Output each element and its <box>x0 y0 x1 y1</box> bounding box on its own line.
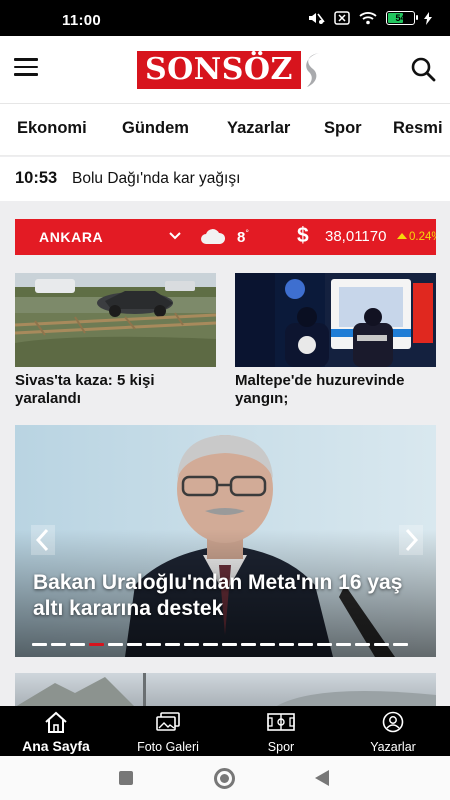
charging-icon <box>424 11 432 25</box>
bottom-nav: Ana Sayfa Foto Galeri Spor Yazarlar <box>0 706 450 756</box>
slider-caption[interactable]: Bakan Uraloğlu'ndan Meta'nın 16 yaş altı… <box>33 570 428 622</box>
news-card[interactable]: Maltepe'de huzurevinde yangın; <box>235 273 436 408</box>
category-spor[interactable]: Spor <box>324 119 362 138</box>
battery-icon: 54 <box>386 11 418 25</box>
nav-authors[interactable]: Yazarlar <box>337 710 449 754</box>
battery-level: 54 <box>395 13 406 23</box>
nav-sports-label: Spor <box>267 740 295 754</box>
slider-dot[interactable] <box>70 643 85 646</box>
dollar-icon: $ <box>297 224 309 247</box>
status-bar: 11:00 54 <box>0 0 450 36</box>
nav-photo-gallery-label: Foto Galeri <box>137 740 199 754</box>
close-box-icon <box>334 11 350 25</box>
arrow-up-icon <box>397 233 407 239</box>
nav-authors-label: Yazarlar <box>370 740 416 754</box>
ticker-time: 10:53 <box>15 169 58 187</box>
home-button[interactable] <box>214 768 235 789</box>
slider-dot[interactable] <box>355 643 370 646</box>
slider-dot[interactable] <box>222 643 237 646</box>
slider-dot[interactable] <box>127 643 142 646</box>
slider-dot[interactable] <box>108 643 123 646</box>
hamburger-menu-icon[interactable] <box>14 58 38 78</box>
breaking-news-ticker[interactable]: 10:53 Bolu Dağı'nda kar yağışı <box>0 157 450 201</box>
app-header: SONSÖZ <box>0 36 450 104</box>
recents-button[interactable] <box>119 771 133 785</box>
slider-prev-icon[interactable] <box>31 525 55 555</box>
logo-swoosh-icon <box>306 53 319 87</box>
slider-dot[interactable] <box>393 643 408 646</box>
ticker-headline[interactable]: Bolu Dağı'nda kar yağışı <box>72 170 240 188</box>
news-card[interactable]: Sivas'ta kaza: 5 kişi yaralandı <box>15 273 216 408</box>
status-time: 11:00 <box>62 12 102 29</box>
news-card-partial[interactable] <box>15 673 436 707</box>
search-icon[interactable] <box>410 56 436 82</box>
slider-dot[interactable] <box>203 643 218 646</box>
news-image[interactable] <box>235 273 436 367</box>
nav-home[interactable]: Ana Sayfa <box>0 710 112 754</box>
headline-slider[interactable]: Bakan Uraloğlu'ndan Meta'nın 16 yaş altı… <box>15 425 436 657</box>
weather-currency-bar: ANKARA 8° $ 38,01170 0.24% <box>15 219 436 255</box>
cloud-icon <box>201 229 226 244</box>
user-icon <box>382 711 404 733</box>
mute-icon <box>309 13 325 24</box>
site-logo[interactable]: SONSÖZ <box>137 51 323 89</box>
slider-dot[interactable] <box>51 643 66 646</box>
back-button[interactable] <box>315 770 329 786</box>
category-gundem[interactable]: Gündem <box>122 119 189 138</box>
news-title[interactable]: Maltepe'de huzurevinde yangın; <box>235 372 436 408</box>
home-icon <box>45 711 67 733</box>
slider-dot[interactable] <box>32 643 47 646</box>
category-ekonomi[interactable]: Ekonomi <box>17 119 87 138</box>
nav-home-label: Ana Sayfa <box>22 738 90 754</box>
city-name: ANKARA <box>39 229 104 245</box>
photo-gallery-icon <box>156 712 180 731</box>
slider-dot[interactable] <box>165 643 180 646</box>
slider-dot[interactable] <box>89 643 104 646</box>
slider-image[interactable] <box>15 425 436 657</box>
slider-next-icon[interactable] <box>399 525 423 555</box>
category-yazarlar[interactable]: Yazarlar <box>227 119 290 138</box>
temperature: 8° <box>237 228 249 246</box>
status-icons: 54 <box>307 11 432 25</box>
wifi-icon <box>359 12 377 25</box>
usd-rate: 38,01170 <box>325 228 387 245</box>
system-nav-bar <box>0 756 450 800</box>
nav-sports[interactable]: Spor <box>225 710 337 754</box>
nav-photo-gallery[interactable]: Foto Galeri <box>112 710 224 754</box>
category-resmi[interactable]: Resmi <box>393 119 443 138</box>
rate-change: 0.24% <box>397 231 436 243</box>
slider-dot[interactable] <box>146 643 161 646</box>
slider-dot[interactable] <box>336 643 351 646</box>
slider-dots <box>32 643 408 646</box>
slider-dot[interactable] <box>298 643 313 646</box>
category-nav: Ekonomi Gündem Yazarlar Spor Resmi <box>0 104 450 156</box>
sports-field-icon <box>267 713 295 731</box>
slider-dot[interactable] <box>260 643 275 646</box>
slider-dot[interactable] <box>279 643 294 646</box>
news-title[interactable]: Sivas'ta kaza: 5 kişi yaralandı <box>15 372 216 408</box>
logo-text: SONSÖZ <box>145 52 293 87</box>
slider-dot[interactable] <box>241 643 256 646</box>
slider-dot[interactable] <box>184 643 199 646</box>
chevron-down-icon[interactable] <box>168 231 182 241</box>
slider-dot[interactable] <box>374 643 389 646</box>
slider-dot[interactable] <box>317 643 332 646</box>
news-image[interactable] <box>15 273 216 367</box>
